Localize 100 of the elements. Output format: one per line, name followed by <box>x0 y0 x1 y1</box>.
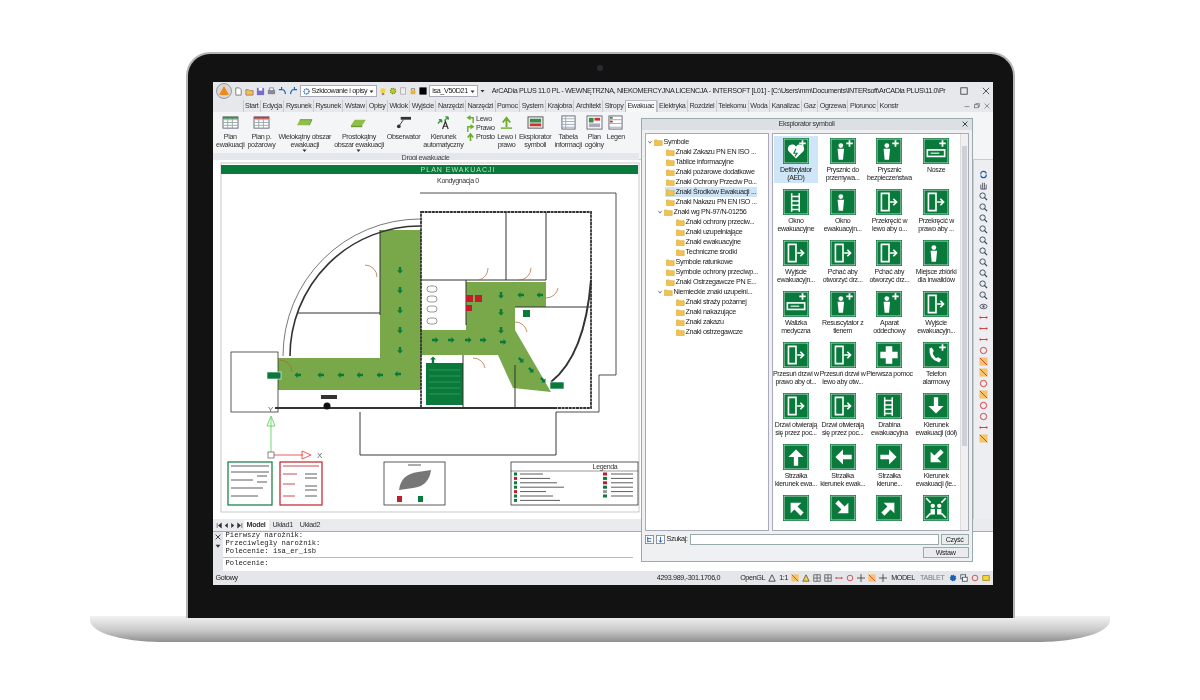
maximize-icon[interactable] <box>959 87 968 95</box>
arrow-sign-icon <box>923 393 950 419</box>
magnifier-icon[interactable] <box>978 291 988 300</box>
hand-icon[interactable] <box>978 181 988 190</box>
magnifier-icon[interactable] <box>978 192 988 201</box>
undo-icon[interactable] <box>277 86 287 96</box>
envelope-icon[interactable] <box>981 574 990 582</box>
redo-icon[interactable] <box>288 86 298 96</box>
gear-icon <box>302 87 310 95</box>
chevron-icon[interactable] <box>656 209 663 215</box>
triangle-icon[interactable] <box>768 574 777 582</box>
door-sign-icon <box>782 393 809 419</box>
grid-icon[interactable] <box>824 574 833 582</box>
crosshair-icon[interactable] <box>879 574 888 582</box>
magnifier-icon[interactable] <box>978 203 988 212</box>
snap-icon[interactable] <box>978 390 988 399</box>
snap-icon[interactable] <box>978 357 988 366</box>
people-sign-icon <box>923 495 950 521</box>
triangle-logo-icon[interactable] <box>215 83 232 99</box>
magnifier-icon[interactable] <box>978 236 988 245</box>
eye-icon[interactable] <box>978 302 988 311</box>
grid-icon[interactable] <box>813 574 822 582</box>
arrow-sign-icon <box>782 444 809 470</box>
door-sign-icon <box>782 342 809 368</box>
list-table-icon <box>559 115 577 130</box>
arrow-sign-icon <box>876 444 903 470</box>
person-sign-icon <box>829 189 856 215</box>
folder-icon[interactable] <box>244 86 254 96</box>
list-table-icon <box>607 115 625 130</box>
tree-view-icon[interactable] <box>644 535 654 544</box>
door-sign-icon <box>876 240 903 266</box>
tree-view-icon[interactable] <box>655 535 665 544</box>
up-arrow-icon <box>466 133 475 142</box>
triangle-icon[interactable] <box>802 574 811 582</box>
magnifier-icon[interactable] <box>978 280 988 289</box>
line-icon[interactable] <box>835 574 844 582</box>
info-card-drawing <box>226 461 273 506</box>
print-icon[interactable] <box>266 86 276 96</box>
magnifier-icon[interactable] <box>978 247 988 256</box>
phone-sign-icon <box>923 342 950 368</box>
person-sign-icon <box>829 138 856 164</box>
last-icon[interactable] <box>236 521 243 529</box>
magnifier-icon[interactable] <box>978 269 988 278</box>
circle-icon[interactable] <box>846 574 855 582</box>
magnifier-icon[interactable] <box>978 214 988 223</box>
save-icon[interactable] <box>255 86 265 96</box>
gear-icon[interactable] <box>389 87 398 95</box>
turn-left-icon <box>466 115 475 124</box>
door-sign-icon <box>923 189 950 215</box>
door-sign-icon <box>829 240 856 266</box>
snap-icon[interactable] <box>868 574 877 582</box>
new-file-icon[interactable] <box>233 86 243 96</box>
magnifier-icon[interactable] <box>978 225 988 234</box>
person-sign-icon <box>923 240 950 266</box>
circle-icon[interactable] <box>978 401 988 410</box>
crosshair-icon[interactable] <box>857 574 866 582</box>
sign-board-icon <box>526 115 544 130</box>
circle-icon[interactable] <box>978 412 988 421</box>
door-sign-icon <box>782 240 809 266</box>
caret-icon <box>369 88 375 94</box>
overview-map-drawing <box>383 461 445 506</box>
pin-icon <box>395 115 413 130</box>
color-swatch-icon[interactable] <box>419 87 428 95</box>
chevron-icon[interactable] <box>646 139 653 145</box>
cross-sign-icon <box>876 342 903 368</box>
door-sign-icon <box>876 189 903 215</box>
snap-icon[interactable] <box>978 368 988 377</box>
table-icon <box>221 115 239 130</box>
axis-label: Y <box>267 405 273 414</box>
axis-label: X <box>316 451 322 460</box>
door-sign-icon <box>829 342 856 368</box>
door-sign-icon <box>923 291 950 317</box>
first-icon[interactable] <box>215 521 222 529</box>
minimize-icon[interactable] <box>963 103 970 109</box>
close-icon[interactable] <box>981 87 990 95</box>
door-sign-icon <box>829 393 856 419</box>
close-icon[interactable] <box>214 534 221 540</box>
scrollbar[interactable] <box>959 134 968 530</box>
lightbulb-icon[interactable] <box>379 86 388 96</box>
windows-icon[interactable] <box>959 574 968 582</box>
arrow-sign-icon <box>876 495 903 521</box>
circle-icon[interactable] <box>970 574 979 582</box>
gear-icon[interactable] <box>948 574 957 582</box>
close-icon[interactable] <box>961 121 968 127</box>
restore-icon[interactable] <box>973 103 980 109</box>
table-icon <box>252 115 270 130</box>
caret-icon[interactable] <box>214 543 221 549</box>
fire-info-card-drawing <box>278 461 323 506</box>
arrow-sign-icon <box>923 444 950 470</box>
stretcher-sign-icon <box>782 291 809 317</box>
magnifier-icon[interactable] <box>978 258 988 267</box>
ladder-sign-icon <box>876 393 903 419</box>
circle-icon[interactable] <box>978 379 988 388</box>
circle-icon[interactable] <box>978 346 988 355</box>
chevron-icon[interactable] <box>656 289 663 295</box>
snap-icon[interactable] <box>791 574 800 582</box>
snap-icon[interactable] <box>978 434 988 443</box>
plan-icon <box>585 115 603 130</box>
search-field[interactable] <box>689 534 939 545</box>
refresh-icon[interactable] <box>978 170 988 179</box>
